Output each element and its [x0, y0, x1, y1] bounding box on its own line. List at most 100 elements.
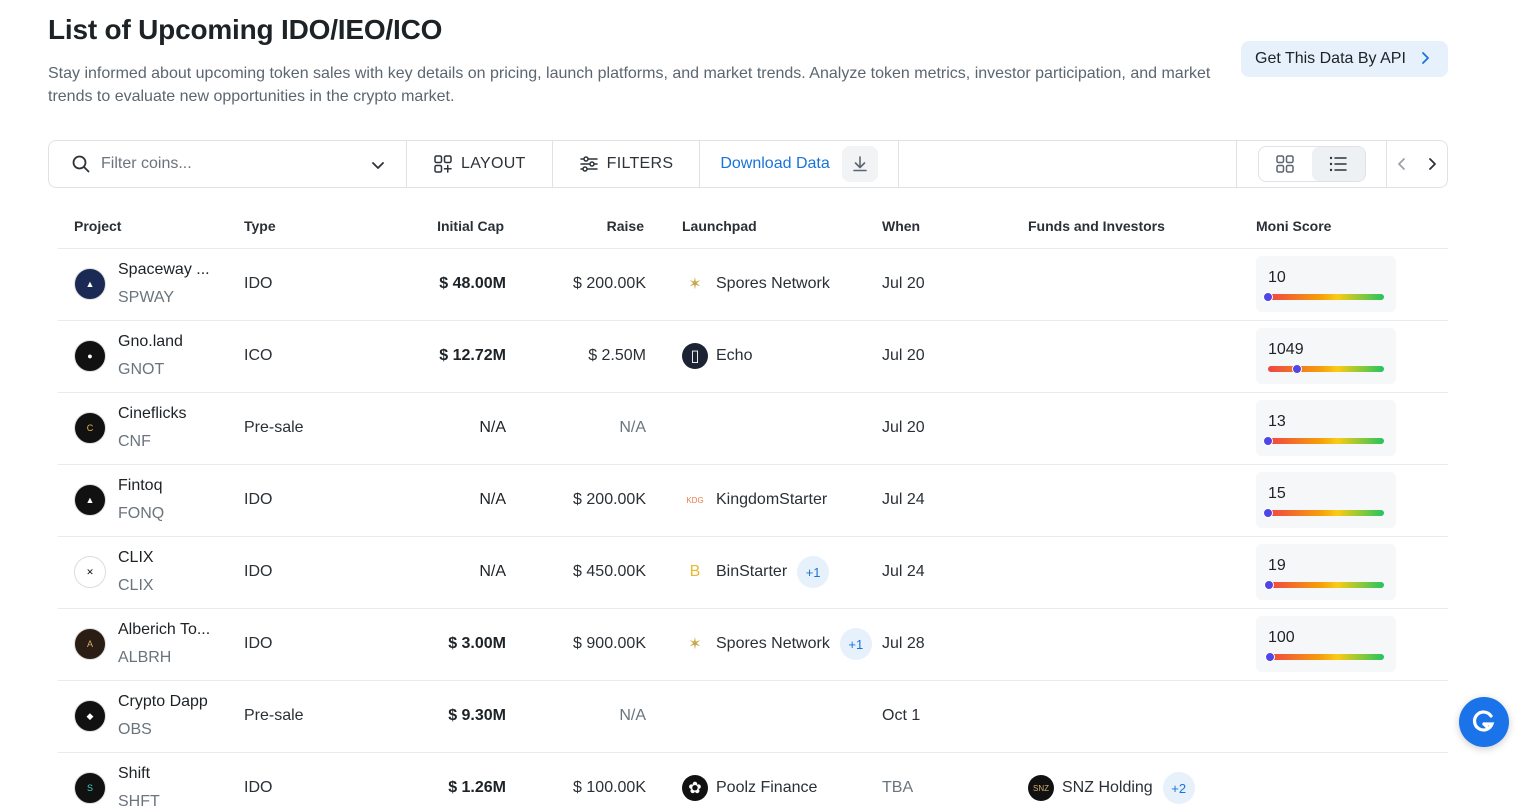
col-project[interactable]: Project: [58, 204, 244, 249]
next-page-button[interactable]: [1417, 141, 1447, 187]
initial-cap-cell: $ 48.00M: [374, 248, 506, 321]
project-name: CLIX: [118, 549, 154, 566]
get-data-by-api-button[interactable]: Get This Data By API: [1241, 41, 1448, 77]
when-cell: Jul 20: [882, 320, 1028, 393]
table-row[interactable]: ▲ Spaceway ... SPWAY IDO $ 48.00M $ 200.00K ✶ S…: [58, 248, 1448, 321]
table-row[interactable]: ● Gno.land GNOT ICO $ 12.72M $ 2.50M ▯ Echo Jul …: [58, 320, 1448, 393]
launchpad-more-badge[interactable]: +1: [839, 628, 872, 660]
project-cell[interactable]: ● Gno.land GNOT: [58, 320, 244, 393]
chevron-down-icon[interactable]: [370, 157, 386, 173]
project-logo-icon: ▲: [74, 268, 106, 300]
g-logo-icon: [1472, 710, 1495, 732]
prev-page-button[interactable]: [1387, 141, 1417, 187]
project-logo-icon: ▲: [74, 484, 106, 516]
launchpad-name[interactable]: KingdomStarter: [716, 491, 827, 509]
initial-cap-cell: $ 1.26M: [374, 752, 506, 812]
when-cell: Jul 24: [882, 536, 1028, 609]
grid-view-button[interactable]: [1259, 147, 1312, 181]
project-logo-icon: ✕: [74, 556, 106, 588]
launchpad-name[interactable]: Spores Network: [716, 635, 830, 653]
moni-score-card[interactable]: 1049: [1256, 328, 1396, 384]
initial-cap-cell: N/A: [374, 464, 506, 537]
col-raise[interactable]: Raise: [506, 204, 646, 249]
table-row[interactable]: A Alberich To... ALBRH IDO $ 3.00M $ 900.00K ✶…: [58, 608, 1448, 681]
moni-score-card[interactable]: 15: [1256, 472, 1396, 528]
table-row[interactable]: C Cineflicks CNF Pre-sale N/A N/A Jul 20 13: [58, 392, 1448, 465]
launchpad-cell: ✶ Spores Network +1: [646, 608, 882, 681]
moni-score-bar: [1263, 292, 1384, 302]
initial-cap-cell: $ 3.00M: [374, 608, 506, 681]
launchpad-cell: ▯ Echo: [646, 320, 882, 393]
when-cell: Oct 1: [882, 680, 1028, 753]
list-view-button[interactable]: [1311, 147, 1365, 181]
launchpad-more-badge[interactable]: +1: [797, 556, 830, 588]
col-moni-score[interactable]: Moni Score: [1256, 204, 1448, 249]
funds-cell: SNZ SNZ Holding +2: [1028, 752, 1256, 812]
floating-action-button[interactable]: [1459, 697, 1509, 747]
project-cell[interactable]: ◆ Crypto Dapp OBS: [58, 680, 244, 753]
project-cell[interactable]: S Shift SHFT: [58, 752, 244, 812]
kingdomstarter-logo-icon: KDG: [682, 487, 708, 513]
raise-cell: N/A: [506, 680, 646, 753]
table-row[interactable]: S Shift SHFT IDO $ 1.26M $ 100.00K ✿ Poolz Fina…: [58, 752, 1448, 812]
project-name: Shift: [118, 765, 151, 782]
chevron-right-icon: [1422, 52, 1429, 64]
funds-cell: [1028, 248, 1256, 321]
snz-logo-icon: SNZ: [1028, 775, 1054, 801]
project-cell[interactable]: ▲ Spaceway ... SPWAY: [58, 248, 244, 321]
funds-cell: [1028, 536, 1256, 609]
moni-score-bar: [1268, 364, 1384, 374]
search-box[interactable]: [49, 141, 407, 187]
launchpad-name[interactable]: BinStarter: [716, 563, 787, 581]
moni-score-bar: [1263, 508, 1384, 518]
filters-label: FILTERS: [606, 155, 674, 172]
project-logo-icon: ◆: [74, 700, 106, 732]
project-cell[interactable]: C Cineflicks CNF: [58, 392, 244, 465]
list-icon: [1329, 156, 1347, 172]
moni-score-card[interactable]: 13: [1256, 400, 1396, 456]
launchpad-name[interactable]: Echo: [716, 347, 752, 365]
table-row[interactable]: ✕ CLIX CLIX IDO N/A $ 450.00K B BinStarter +1 Jul…: [58, 536, 1448, 609]
col-when[interactable]: When: [882, 204, 1028, 249]
col-initial-cap[interactable]: Initial Cap: [374, 204, 506, 249]
moni-score-marker: [1265, 652, 1276, 662]
project-cell[interactable]: A Alberich To... ALBRH: [58, 608, 244, 681]
launchpad-name[interactable]: Poolz Finance: [716, 779, 817, 797]
raise-cell: $ 450.00K: [506, 536, 646, 609]
moni-score-cell: [1256, 680, 1448, 753]
search-input[interactable]: [101, 155, 351, 173]
when-cell: Jul 20: [882, 392, 1028, 465]
table-row[interactable]: ◆ Crypto Dapp OBS Pre-sale $ 9.30M N/A Oct 1: [58, 680, 1448, 753]
echo-logo-icon: ▯: [682, 343, 708, 369]
col-type[interactable]: Type: [244, 204, 374, 249]
sliders-icon: [579, 156, 598, 172]
moni-score-cell: 13: [1256, 392, 1448, 465]
when-cell: TBA: [882, 752, 1028, 812]
download-data-button[interactable]: Download Data: [700, 141, 899, 187]
project-cell[interactable]: ▲ Fintoq FONQ: [58, 464, 244, 537]
moni-score-card[interactable]: 10: [1256, 256, 1396, 312]
grid-icon: [1276, 155, 1294, 173]
launchpad-cell: B BinStarter +1: [646, 536, 882, 609]
launchpad-name[interactable]: Spores Network: [716, 275, 830, 293]
page-title: List of Upcoming IDO/IEO/ICO: [48, 14, 443, 45]
spores-logo-icon: ✶: [682, 631, 708, 657]
fund-name[interactable]: SNZ Holding: [1062, 779, 1153, 797]
col-funds[interactable]: Funds and Investors: [1028, 204, 1256, 249]
funds-cell: [1028, 320, 1256, 393]
project-cell[interactable]: ✕ CLIX CLIX: [58, 536, 244, 609]
col-launchpad[interactable]: Launchpad: [646, 204, 882, 249]
moni-score-card[interactable]: 100: [1256, 616, 1396, 672]
raise-cell: $ 200.00K: [506, 248, 646, 321]
spores-logo-icon: ✶: [682, 271, 708, 297]
moni-score-cell: 19: [1256, 536, 1448, 609]
project-name: Fintoq: [118, 477, 163, 494]
filters-button[interactable]: FILTERS: [553, 141, 701, 187]
moni-score-value: 19: [1268, 557, 1286, 574]
table-row[interactable]: ▲ Fintoq FONQ IDO N/A $ 200.00K KDG KingdomStar…: [58, 464, 1448, 537]
moni-score-card[interactable]: 19: [1256, 544, 1396, 600]
type-cell: ICO: [244, 320, 374, 393]
download-label: Download Data: [720, 155, 830, 172]
layout-button[interactable]: LAYOUT: [407, 141, 553, 187]
funds-more-badge[interactable]: +2: [1162, 772, 1195, 804]
